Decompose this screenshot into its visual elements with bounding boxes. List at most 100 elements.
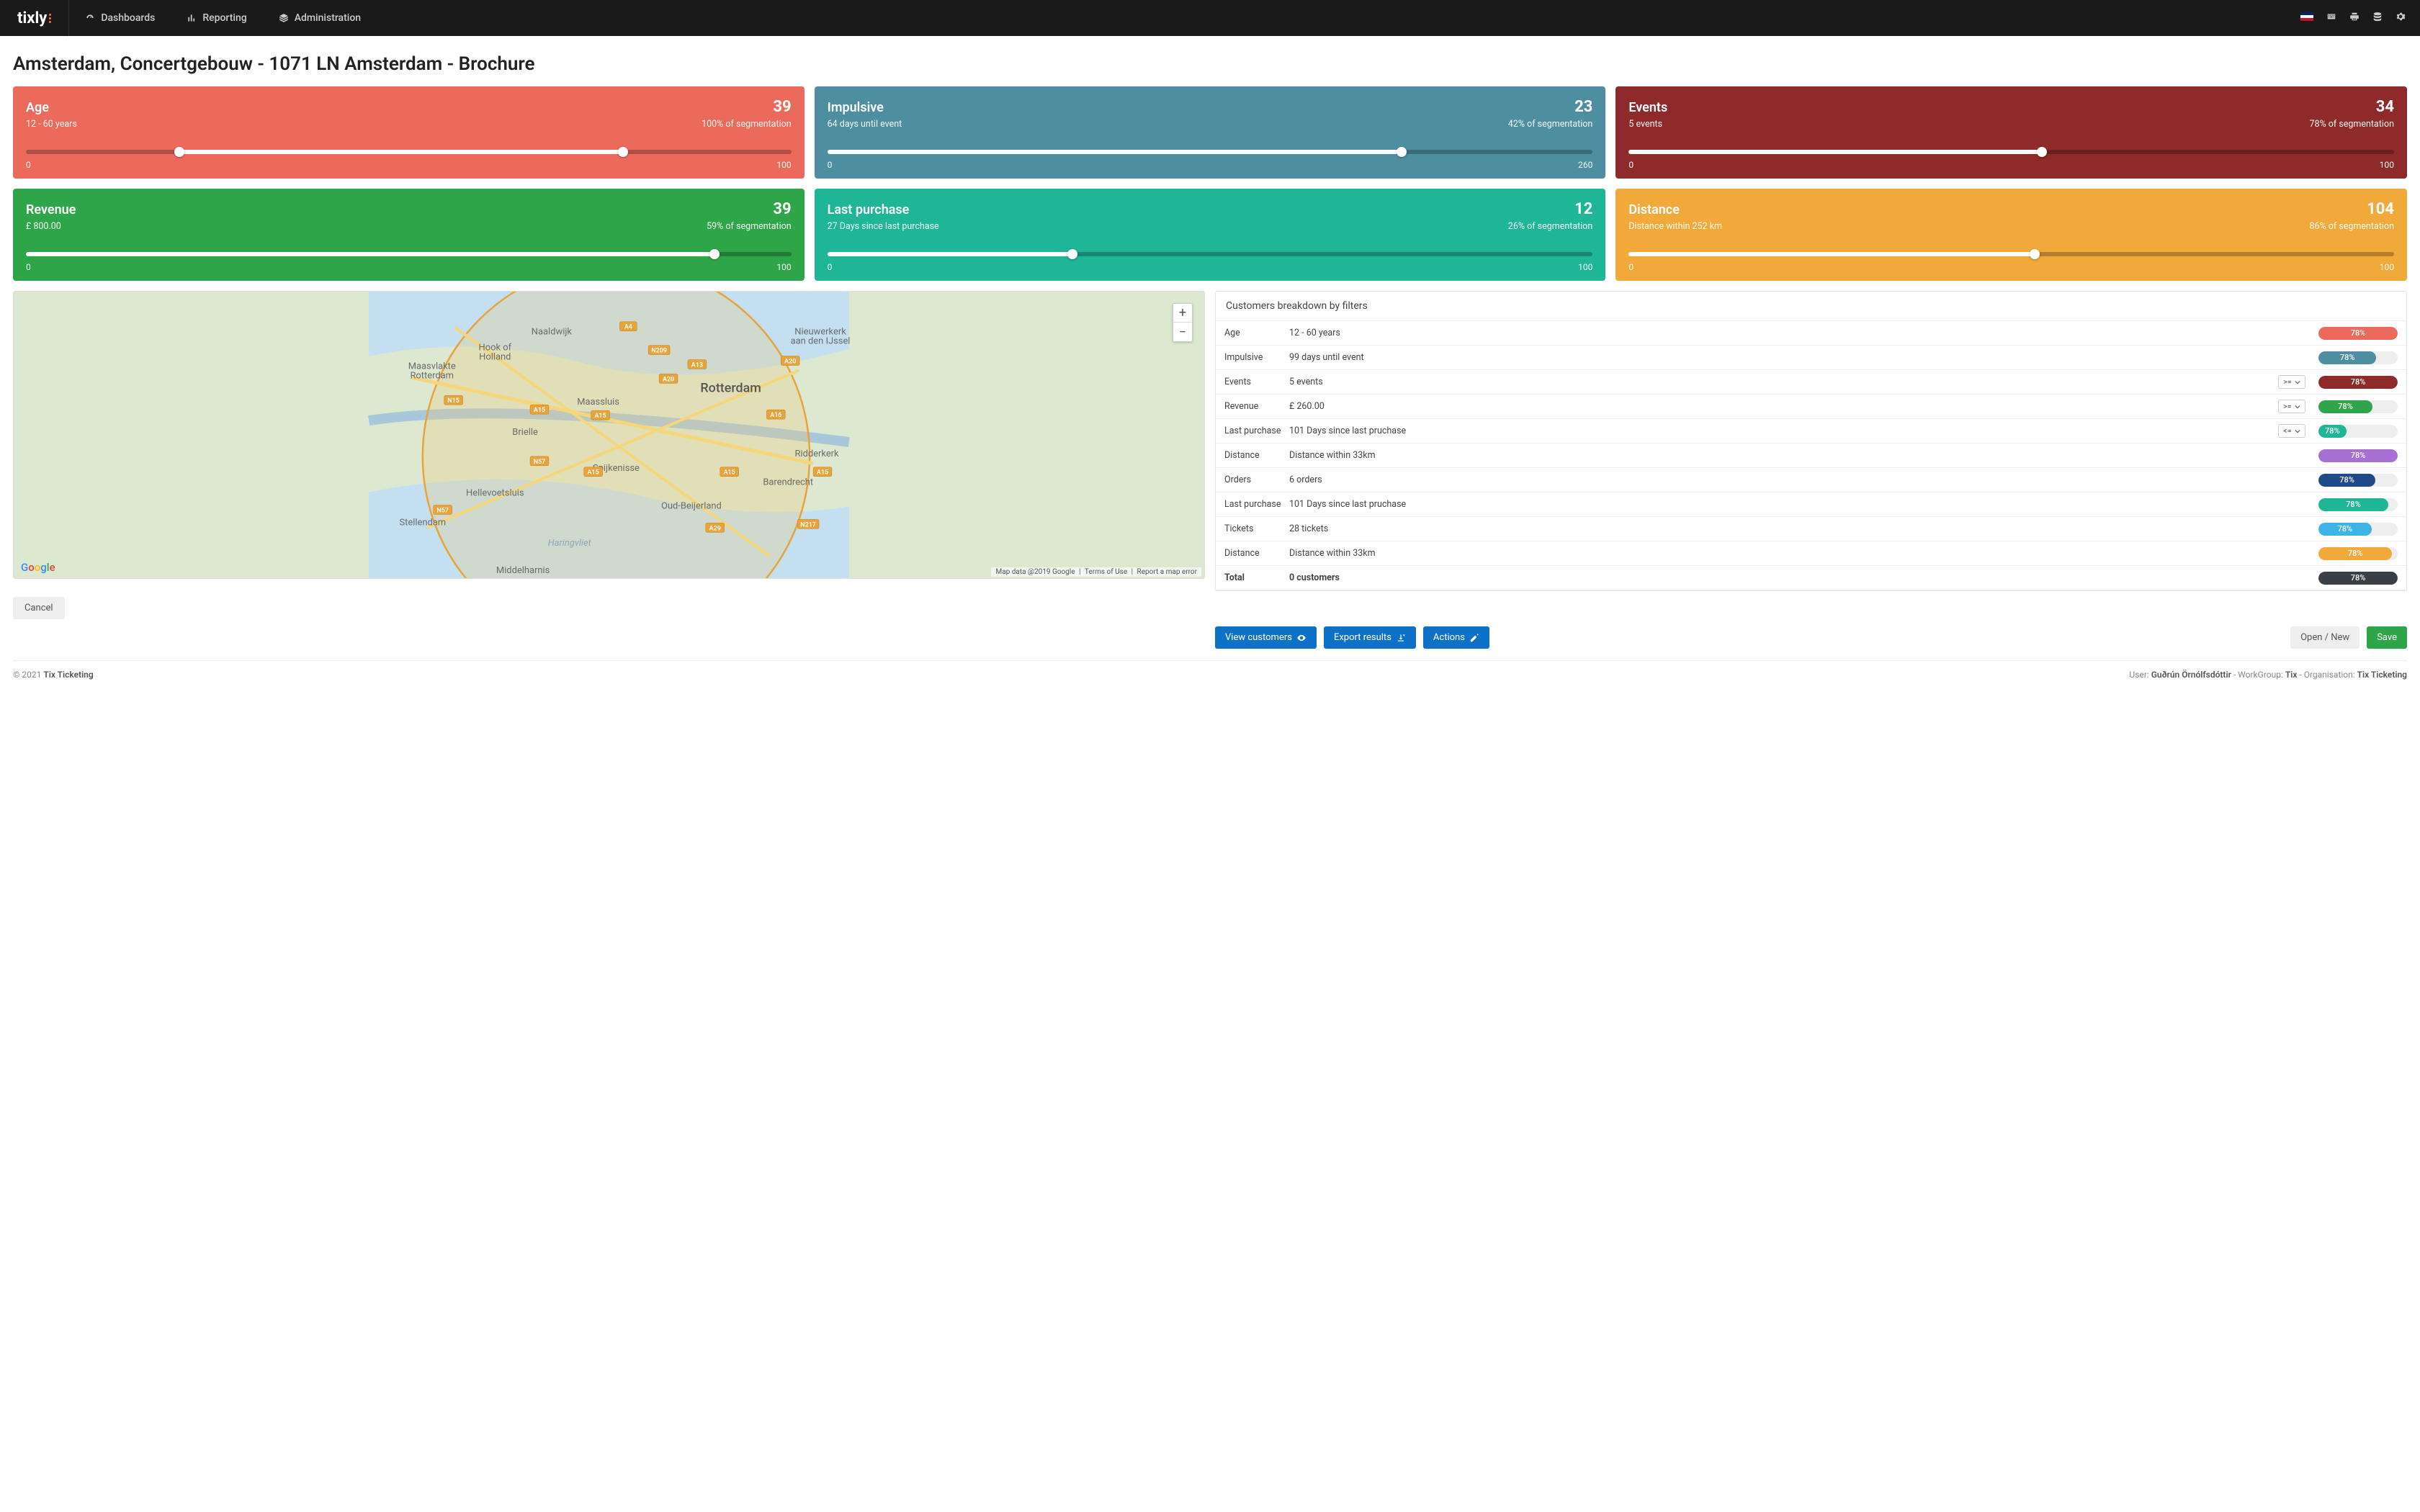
slider-handle[interactable] [709, 249, 720, 259]
card-imp-slider[interactable] [828, 150, 1593, 154]
svg-text:Maassluis: Maassluis [577, 397, 619, 408]
cancel-button[interactable]: Cancel [13, 597, 65, 619]
card-imp-value: 23 [1574, 98, 1592, 116]
map-canvas: Rotterdam Naaldwijk Hook of Holland Maas… [14, 292, 1204, 578]
card-dist-sub1: Distance within 252 km [1628, 221, 1722, 232]
filter-label: Revenue [1224, 401, 1289, 412]
card-age-title: Age [26, 100, 49, 115]
nav-reporting-label: Reporting [202, 12, 246, 24]
card-dist-value: 104 [2367, 200, 2394, 218]
topbar-right [2300, 12, 2420, 24]
map-zoom-controls: + − [1173, 303, 1193, 342]
nav-administration[interactable]: Administration [263, 0, 377, 36]
map-zoom-in[interactable]: + [1173, 304, 1192, 323]
export-icon [1396, 633, 1406, 643]
card-rev: Revenue39£ 800.0059% of segmentation0100 [13, 189, 805, 281]
filter-row-8: Tickets28 tickets78% [1216, 517, 2406, 541]
card-imp: Impulsive2364 days until event42% of seg… [815, 86, 1606, 179]
export-results-button[interactable]: Export results [1324, 626, 1416, 649]
svg-text:Oud-Beijerland: Oud-Beijerland [661, 500, 722, 511]
svg-text:A15: A15 [588, 469, 599, 477]
chevron-down-icon [2295, 404, 2300, 410]
filter-row-7: Last purchase101 Days since last pruchas… [1216, 492, 2406, 517]
card-imp-sub2: 42% of segmentation [1508, 119, 1593, 130]
nav-dashboards-label: Dashboards [101, 12, 155, 24]
svg-text:N217: N217 [800, 521, 816, 528]
svg-text:Brielle: Brielle [512, 427, 538, 438]
map-attribution: Map data @2019 Google | Terms of Use | R… [991, 567, 1201, 577]
eye-icon [1296, 633, 1307, 643]
svg-text:N15: N15 [447, 397, 460, 405]
slider-handle[interactable] [1067, 249, 1077, 259]
svg-text:A15: A15 [724, 469, 735, 477]
chevron-down-icon [2295, 379, 2300, 385]
svg-text:Rotterdam: Rotterdam [700, 380, 761, 395]
card-age-sub1: 12 - 60 years [26, 119, 77, 130]
card-evt-value: 34 [2376, 98, 2394, 116]
filter-operator-select[interactable]: <= [2278, 424, 2305, 438]
card-dist-slider[interactable] [1628, 252, 2394, 256]
card-dist-title: Distance [1628, 202, 1680, 217]
svg-text:Stellendam: Stellendam [399, 517, 446, 528]
svg-text:A15: A15 [534, 407, 545, 414]
logo[interactable]: tixly [0, 0, 69, 36]
card-rev-slider[interactable] [26, 252, 792, 256]
topbar-left: tixly Dashboards Reporting Administratio… [0, 0, 377, 36]
filter-label: Orders [1224, 474, 1289, 485]
filter-label: Tickets [1224, 523, 1289, 534]
card-last-slider[interactable] [828, 252, 1593, 256]
segment-cards: Age3912 - 60 years100% of segmentation01… [13, 86, 2407, 281]
svg-text:Holland: Holland [479, 352, 511, 363]
card-imp-title: Impulsive [828, 100, 884, 115]
slider-handle-max[interactable] [618, 147, 628, 157]
card-evt-slider[interactable] [1628, 150, 2394, 154]
filter-row-6: Orders6 orders78% [1216, 468, 2406, 492]
card-rev-sub1: £ 800.00 [26, 221, 61, 232]
gauge-icon [85, 13, 95, 23]
svg-text:Barendrecht: Barendrecht [763, 477, 813, 488]
print-icon[interactable] [2349, 12, 2360, 24]
map-report-link[interactable]: Report a map error [1137, 568, 1197, 576]
slider-handle[interactable] [2030, 249, 2040, 259]
card-rev-value: 39 [773, 200, 791, 218]
svg-text:Hellevoetsluis: Hellevoetsluis [466, 488, 524, 499]
card-last-value: 12 [1574, 200, 1592, 218]
card-age-slider[interactable] [26, 150, 792, 154]
slider-handle[interactable] [1397, 147, 1407, 157]
mid-row: Rotterdam Naaldwijk Hook of Holland Maas… [13, 291, 2407, 591]
filter-progress: 78% [2318, 327, 2398, 340]
card-last: Last purchase1227 Days since last purcha… [815, 189, 1606, 281]
filter-label: Last purchase [1224, 426, 1289, 436]
filter-value: 12 - 60 years [1289, 328, 2278, 338]
view-customers-button[interactable]: View customers [1215, 626, 1317, 649]
card-last-sub1: 27 Days since last purchase [828, 221, 939, 232]
map[interactable]: Rotterdam Naaldwijk Hook of Holland Maas… [13, 291, 1205, 579]
gear-icon[interactable] [2396, 12, 2406, 24]
slider-handle[interactable] [2037, 147, 2047, 157]
card-evt-sub1: 5 events [1628, 119, 1662, 130]
filter-operator-select[interactable]: >= [2278, 400, 2305, 413]
map-terms-link[interactable]: Terms of Use [1085, 568, 1127, 576]
card-dist-sub2: 86% of segmentation [2309, 221, 2394, 232]
card-dist: Distance 104 Distance within 252 km 86% of … [1615, 189, 2407, 281]
keyboard-icon[interactable] [2326, 12, 2336, 24]
open-new-button[interactable]: Open / New [2290, 626, 2360, 649]
filter-operator-select[interactable]: >= [2278, 375, 2305, 389]
card-evt-title: Events [1628, 100, 1667, 115]
database-icon[interactable] [2372, 12, 2383, 24]
svg-text:N57: N57 [534, 459, 546, 466]
actions-button[interactable]: Actions [1423, 626, 1489, 649]
save-button[interactable]: Save [2367, 626, 2407, 649]
filter-progress: 78% [2318, 474, 2398, 487]
nav-reporting[interactable]: Reporting [171, 0, 262, 36]
filter-progress: 78% [2318, 523, 2398, 536]
page-title: Amsterdam, Concertgebouw - 1071 LN Amste… [13, 53, 2407, 75]
filters-panel: Customers breakdown by filters Age12 - 6… [1215, 291, 2407, 591]
svg-text:A15: A15 [594, 413, 606, 420]
language-flag-icon[interactable] [2300, 12, 2313, 24]
filter-value: 101 Days since last pruchase [1289, 426, 2278, 436]
nav-dashboards[interactable]: Dashboards [69, 0, 171, 36]
slider-handle-min[interactable] [174, 147, 184, 157]
map-zoom-out[interactable]: − [1173, 323, 1192, 341]
filter-row-3: Revenue£ 260.00>= 78% [1216, 395, 2406, 419]
